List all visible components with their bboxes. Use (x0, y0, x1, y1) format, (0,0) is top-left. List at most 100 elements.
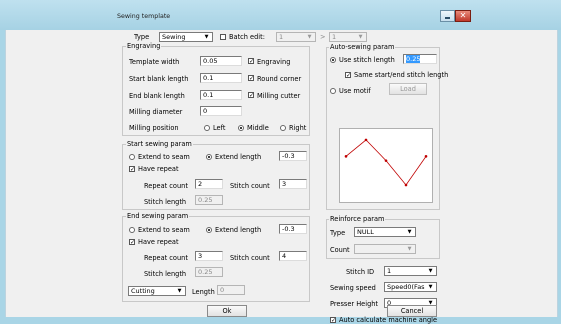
auto-sewing-legend: Auto-sewing param (329, 43, 396, 51)
position-middle-radio[interactable] (238, 125, 244, 131)
close-icon: ✕ (459, 11, 467, 20)
close-button[interactable]: ✕ (455, 10, 471, 22)
reinforce-count-label: Count (330, 246, 350, 254)
dialog-body: Type Sewing ▼ Batch edit: 1 ▼ > 1 ▼ Engravi… (5, 30, 558, 324)
motif-point (384, 159, 388, 162)
type-select[interactable]: Sewing ▼ (159, 32, 213, 42)
minimize-button[interactable] (440, 10, 455, 22)
stitch-id-label: Stitch ID (346, 268, 375, 276)
chevron-down-icon: ▼ (428, 268, 433, 274)
chevron-down-icon: ▼ (358, 34, 363, 40)
end-blank-label: End blank length (129, 92, 185, 100)
start-stitch-length-label: Stitch length (144, 198, 187, 206)
auto-stitch-length-value: 0.25 (406, 55, 421, 63)
round-corner-label: Round corner (257, 75, 302, 83)
chevron-down-icon: ▼ (428, 284, 433, 290)
presser-height-label: Presser Height (330, 300, 379, 308)
minimize-icon (445, 17, 450, 19)
load-button[interactable]: Load (389, 83, 427, 95)
motif-point (404, 183, 408, 187)
reinforce-type-select[interactable]: NULL ▼ (354, 227, 416, 237)
start-extend-length-label: Extend length (215, 153, 262, 161)
milling-cutter-checkbox[interactable]: ✓ (248, 92, 254, 99)
type-label: Type (134, 33, 150, 41)
position-left-radio[interactable] (204, 125, 210, 131)
start-repeat-count-label: Repeat count (144, 182, 188, 190)
motif-point (344, 155, 348, 158)
sewing-speed-value: Speed0(Fas (387, 283, 425, 291)
start-have-repeat-checkbox[interactable]: ✓ (129, 166, 135, 173)
end-extend-length-input[interactable]: -0.3 (279, 224, 307, 234)
end-have-repeat-label: Have repeat (138, 238, 179, 246)
round-corner-checkbox[interactable]: ✓ (248, 75, 254, 82)
batch-from-select: 1 ▼ (276, 32, 316, 42)
end-repeat-count-input[interactable]: 3 (195, 251, 223, 261)
end-extend-length-radio[interactable] (206, 227, 212, 233)
milling-diameter-input[interactable]: 0 (200, 106, 242, 116)
start-repeat-count-input[interactable]: 2 (195, 179, 223, 189)
auto-calc-angle-checkbox[interactable]: ✓ (330, 317, 336, 324)
end-stitch-count-input[interactable]: 4 (279, 251, 307, 261)
end-extend-length-label: Extend length (215, 226, 262, 234)
title-bar: Sewing template ✕ (0, 0, 561, 30)
window-title: Sewing template (117, 13, 171, 20)
end-blank-input[interactable]: 0.1 (200, 90, 242, 100)
start-blank-input[interactable]: 0.1 (200, 73, 242, 83)
engraving-legend: Engraving (126, 42, 162, 50)
reinforce-type-value: NULL (357, 228, 374, 236)
end-extend-to-seam-label: Extend to seam (138, 226, 190, 234)
end-mode-select[interactable]: Cutting ▼ (128, 286, 186, 296)
chevron-down-icon: ▼ (307, 34, 312, 40)
end-sewing-legend: End sewing param (126, 212, 190, 220)
reinforce-legend: Reinforce param (329, 215, 386, 223)
use-stitch-length-radio[interactable] (330, 57, 336, 63)
batch-from-value: 1 (279, 33, 284, 41)
milling-cutter-label: Milling cutter (257, 92, 301, 100)
start-sewing-legend: Start sewing param (126, 140, 193, 148)
start-extend-length-radio[interactable] (206, 154, 212, 160)
batch-separator: > (320, 33, 326, 41)
chevron-down-icon: ▼ (407, 229, 412, 235)
end-mode-value: Cutting (131, 287, 155, 295)
start-blank-label: Start blank length (129, 75, 189, 83)
start-stitch-count-label: Stitch count (230, 182, 270, 190)
milling-diameter-label: Milling diameter (129, 108, 183, 116)
motif-point (424, 155, 428, 158)
start-extend-length-input[interactable]: -0.3 (279, 151, 307, 161)
end-stitch-count-label: Stitch count (230, 254, 270, 262)
batch-edit-checkbox[interactable] (220, 34, 226, 40)
stitch-id-value: 1 (387, 267, 392, 275)
ok-button[interactable]: Ok (207, 305, 247, 317)
position-right-radio[interactable] (280, 125, 286, 131)
batch-to-select: 1 ▼ (329, 32, 367, 42)
sewing-speed-label: Sewing speed (330, 284, 376, 292)
position-middle-label: Middle (247, 124, 269, 132)
auto-stitch-length-input[interactable]: 0.25 (403, 54, 437, 64)
start-extend-to-seam-radio[interactable] (129, 154, 135, 160)
start-stitch-count-input[interactable]: 3 (279, 179, 307, 189)
end-extend-to-seam-radio[interactable] (129, 227, 135, 233)
start-have-repeat-label: Have repeat (138, 165, 179, 173)
use-stitch-length-label: Use stitch length (339, 56, 395, 64)
same-start-end-checkbox[interactable]: ✓ (345, 72, 351, 79)
stitch-id-select[interactable]: 1 ▼ (384, 266, 437, 276)
template-width-input[interactable]: 0.05 (200, 56, 242, 66)
start-stitch-length-input: 0.25 (195, 195, 223, 205)
cancel-button[interactable]: Cancel (387, 305, 437, 317)
end-repeat-count-label: Repeat count (144, 254, 188, 262)
end-length-label: Length (192, 288, 215, 296)
use-motif-radio[interactable] (330, 88, 336, 94)
same-start-end-label: Same start/end stitch length (354, 71, 449, 79)
motif-point (364, 138, 368, 142)
batch-to-value: 1 (332, 33, 337, 41)
motif-preview (339, 128, 433, 203)
end-have-repeat-checkbox[interactable]: ✓ (129, 239, 135, 246)
end-stitch-length-label: Stitch length (144, 270, 187, 278)
sewing-speed-select[interactable]: Speed0(Fas ▼ (384, 282, 437, 292)
use-motif-label: Use motif (339, 87, 371, 95)
auto-calc-angle-label: Auto calculate machine angle (339, 316, 438, 324)
end-stitch-length-input: 0.25 (195, 267, 223, 277)
engraving-checkbox[interactable]: ✓ (248, 58, 254, 65)
engraving-checkbox-label: Engraving (257, 58, 291, 66)
end-length-input: 0 (217, 285, 245, 295)
